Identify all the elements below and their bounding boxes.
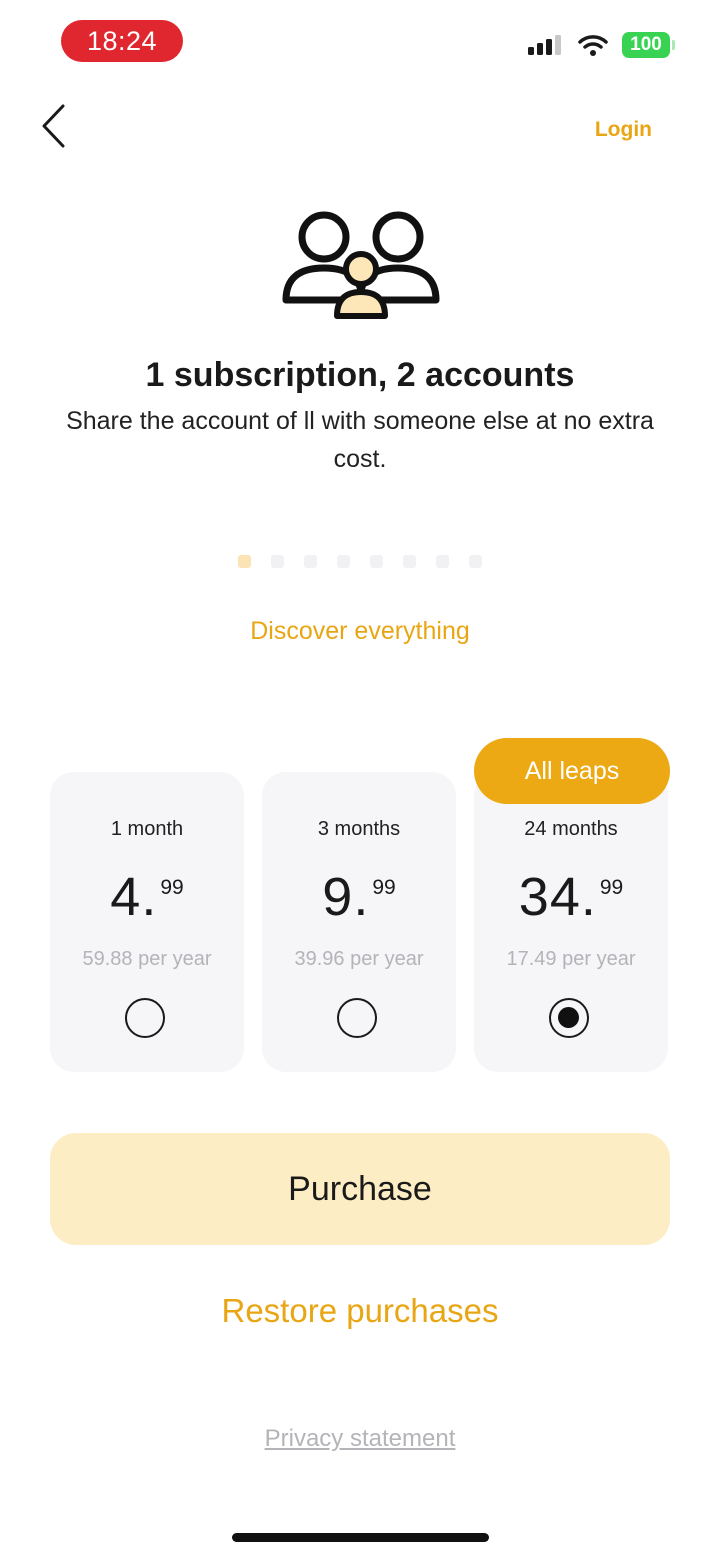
purchase-button[interactable]: Purchase (50, 1133, 670, 1245)
plan-radio[interactable] (337, 998, 377, 1038)
privacy-statement-link[interactable]: Privacy statement (0, 1425, 720, 1453)
page-dot[interactable] (469, 555, 482, 568)
plan-per-year: 17.49 per year (506, 948, 636, 970)
page-subtitle: Share the account of ll with someone els… (66, 407, 654, 473)
plan-per-year: 59.88 per year (82, 948, 212, 970)
status-time: 18:24 (61, 20, 183, 62)
discover-everything-link[interactable]: Discover everything (0, 617, 720, 646)
plan-card-3-months[interactable]: 3 months 9. 99 39.96 per year (262, 772, 456, 1072)
plan-price: 4. 99 (50, 870, 244, 924)
plan-duration: 24 months (524, 818, 618, 840)
plan-duration: 3 months (317, 818, 401, 840)
best-value-badge: All leaps (474, 738, 670, 804)
plan-radio-selected[interactable] (549, 998, 589, 1038)
plan-price-cents: 99 (599, 876, 624, 899)
page-dot[interactable] (403, 555, 416, 568)
plan-price: 9. 99 (262, 870, 456, 924)
plan-duration: 1 month (110, 818, 184, 840)
page-dot[interactable] (271, 555, 284, 568)
plan-price-whole: 4. (110, 867, 158, 927)
page-dot[interactable] (304, 555, 317, 568)
restore-purchases-link[interactable]: Restore purchases (0, 1292, 720, 1330)
chevron-left-icon (42, 104, 65, 148)
back-button[interactable] (36, 100, 76, 156)
home-indicator[interactable] (232, 1533, 489, 1542)
plan-per-year: 39.96 per year (294, 948, 424, 970)
page-title: 1 subscription, 2 accounts (145, 356, 575, 394)
login-link[interactable]: Login (595, 118, 652, 142)
cellular-signal-icon (528, 35, 561, 55)
page-dot[interactable] (370, 555, 383, 568)
wifi-icon (578, 35, 608, 56)
page-indicator (0, 555, 720, 568)
plan-radio[interactable] (125, 998, 165, 1038)
plan-card-24-months[interactable]: 24 months 34. 99 17.49 per year (474, 772, 668, 1072)
page-dot[interactable] (337, 555, 350, 568)
page-dot-active[interactable] (238, 555, 251, 568)
plan-price-cents: 99 (160, 876, 184, 899)
plan-price: 34. 99 (474, 870, 668, 924)
plan-price-whole: 9. (322, 867, 370, 927)
users-group-icon (282, 211, 440, 319)
radio-selected-dot (558, 1007, 579, 1028)
battery-icon: 100 (622, 32, 675, 58)
status-icons: 100 (528, 32, 675, 58)
plan-price-cents: 99 (372, 876, 396, 899)
page-dot[interactable] (436, 555, 449, 568)
plan-card-1-month[interactable]: 1 month 4. 99 59.88 per year (50, 772, 244, 1072)
plan-price-whole: 34. (518, 867, 597, 927)
